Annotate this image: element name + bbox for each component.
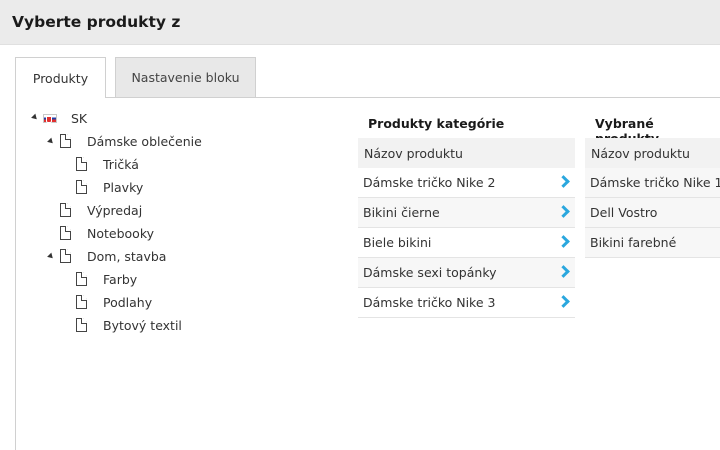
tree-item-dom-stavba[interactable]: Dom, stavba xyxy=(60,246,166,266)
tree-item-label: Bytový textil xyxy=(103,317,182,333)
add-product-arrow-icon[interactable] xyxy=(557,205,570,218)
product-name: Dámske tričko Nike 1 xyxy=(590,175,720,190)
tree-item-vypredaj[interactable]: Výpredaj xyxy=(60,200,142,220)
tab-block-settings[interactable]: Nastavenie bloku xyxy=(115,57,256,97)
document-icon xyxy=(76,180,87,194)
document-icon xyxy=(76,157,87,171)
add-product-arrow-icon[interactable] xyxy=(557,265,570,278)
tree-item-label: Farby xyxy=(103,271,138,287)
tree-item-label: Dom, stavba xyxy=(87,248,167,264)
category-products-title: Produkty kategórie xyxy=(368,116,505,131)
tree-item-label: Notebooky xyxy=(87,225,155,241)
document-icon xyxy=(60,249,71,263)
document-icon xyxy=(60,226,71,240)
document-icon xyxy=(60,134,71,148)
product-name: Bikini farebné xyxy=(590,235,677,250)
slovak-flag-icon xyxy=(43,113,57,123)
product-name: Bikini čierne xyxy=(363,205,440,220)
tree-item-tricka[interactable]: Tričká xyxy=(76,154,139,174)
tab-products[interactable]: Produkty xyxy=(15,57,106,98)
document-icon xyxy=(76,295,87,309)
category-product-row[interactable]: Dámske sexi topánky xyxy=(358,258,575,288)
tree-item-bytovy-textil[interactable]: Bytový textil xyxy=(76,315,182,335)
document-icon xyxy=(60,203,71,217)
selected-product-row[interactable]: Dámske tričko Nike 1 xyxy=(585,168,720,198)
document-icon xyxy=(76,272,87,286)
tree-item-damske-oblecenie[interactable]: Dámske oblečenie xyxy=(60,131,202,151)
tree-item-plavky[interactable]: Plavky xyxy=(76,177,143,197)
selected-product-row[interactable]: Bikini farebné xyxy=(585,228,720,258)
tree-item-label: Plavky xyxy=(103,179,144,195)
tree-item-label: Dámske oblečenie xyxy=(87,133,202,149)
dialog-header: Vyberte produkty z xyxy=(0,0,720,45)
add-product-arrow-icon[interactable] xyxy=(557,235,570,248)
document-icon xyxy=(76,318,87,332)
tree-item-label: SK xyxy=(71,110,88,126)
dialog-title: Vyberte produkty z xyxy=(12,13,181,31)
tree-item-label: Tričká xyxy=(103,156,139,172)
category-product-row[interactable]: Biele bikini xyxy=(358,228,575,258)
selected-product-row[interactable]: Dell Vostro xyxy=(585,198,720,228)
tree-item-farby[interactable]: Farby xyxy=(76,269,137,289)
tree-item-root[interactable]: SK xyxy=(43,108,87,128)
tree-item-notebooky[interactable]: Notebooky xyxy=(60,223,154,243)
product-name: Dell Vostro xyxy=(590,205,658,220)
tree-item-label: Výpredaj xyxy=(87,202,143,218)
selected-products-column-header: Názov produktu xyxy=(585,138,720,168)
category-product-row[interactable]: Bikini čierne xyxy=(358,198,575,228)
category-product-row[interactable]: Dámske tričko Nike 2 xyxy=(358,168,575,198)
product-name: Dámske tričko Nike 2 xyxy=(363,175,496,190)
tree-item-podlahy[interactable]: Podlahy xyxy=(76,292,152,312)
product-name: Biele bikini xyxy=(363,235,432,250)
tree-item-label: Podlahy xyxy=(103,294,153,310)
add-product-arrow-icon[interactable] xyxy=(557,175,570,188)
add-product-arrow-icon[interactable] xyxy=(557,295,570,308)
product-name: Dámske sexi topánky xyxy=(363,265,497,280)
product-name: Dámske tričko Nike 3 xyxy=(363,295,496,310)
category-products-column-header: Názov produktu xyxy=(358,138,575,168)
category-product-row[interactable]: Dámske tričko Nike 3 xyxy=(358,288,575,318)
